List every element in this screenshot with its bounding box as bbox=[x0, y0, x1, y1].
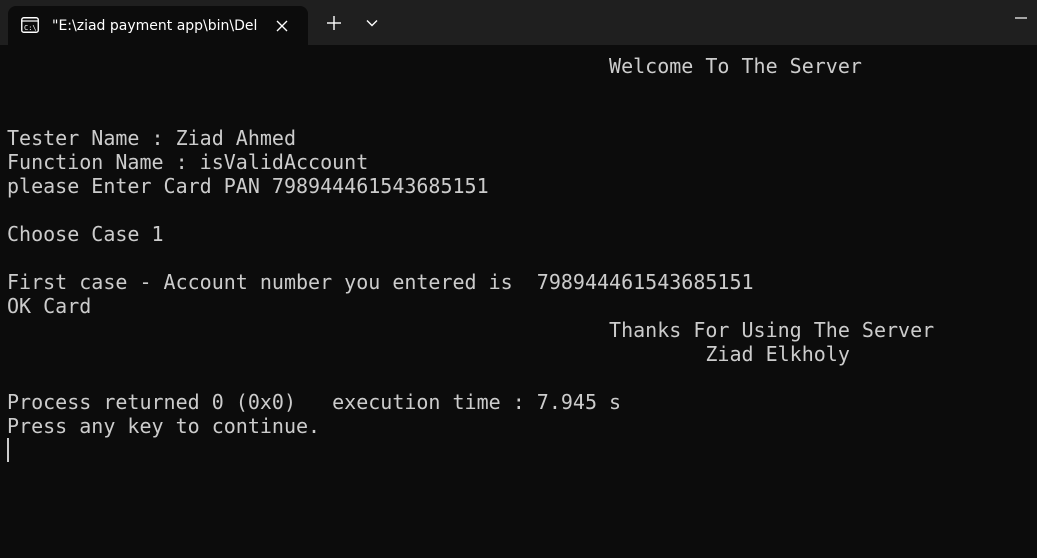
title-bar: C:\ "E:\ziad payment app\bin\Del bbox=[0, 0, 1037, 45]
console-output: Welcome To The Server Tester Name : Ziad… bbox=[7, 54, 934, 438]
console-line: Process returned 0 (0x0) execution time … bbox=[7, 390, 622, 414]
console-line: OK Card bbox=[7, 294, 92, 318]
terminal-icon: C:\ bbox=[21, 17, 39, 33]
console-line: Ziad Elkholy bbox=[7, 342, 850, 366]
close-icon[interactable] bbox=[270, 14, 294, 38]
tab-title: "E:\ziad payment app\bin\Del bbox=[52, 18, 258, 34]
console-line: please Enter Card PAN 798944461543685151 bbox=[7, 174, 489, 198]
console-line: Choose Case 1 bbox=[7, 222, 164, 246]
console-line: Welcome To The Server bbox=[7, 54, 862, 78]
text-cursor bbox=[7, 438, 9, 462]
console-output-area[interactable]: Welcome To The Server Tester Name : Ziad… bbox=[0, 45, 1037, 558]
console-line: Function Name : isValidAccount bbox=[7, 150, 369, 174]
svg-text:C:\: C:\ bbox=[24, 24, 37, 32]
minimize-icon[interactable] bbox=[1005, 0, 1037, 36]
chevron-down-icon[interactable] bbox=[358, 9, 386, 37]
console-line: First case - Account number you entered … bbox=[7, 270, 754, 294]
terminal-window: C:\ "E:\ziad payment app\bin\Del Welcome… bbox=[0, 0, 1037, 558]
console-line: Press any key to continue. bbox=[7, 414, 321, 438]
tab-console[interactable]: C:\ "E:\ziad payment app\bin\Del bbox=[8, 6, 308, 45]
console-line: Thanks For Using The Server bbox=[7, 318, 935, 342]
console-line: Tester Name : Ziad Ahmed bbox=[7, 126, 296, 150]
plus-icon[interactable] bbox=[320, 9, 348, 37]
